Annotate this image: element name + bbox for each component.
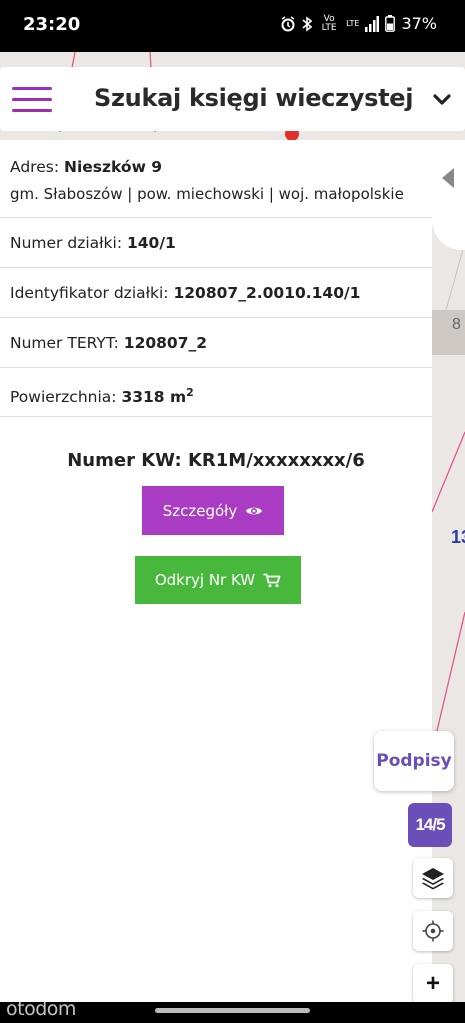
area-row: Powierzchnia: 3318 m2 bbox=[0, 368, 432, 417]
plot-id-label: Identyfikator działki: bbox=[10, 284, 169, 302]
battery-percent: 37% bbox=[401, 14, 437, 33]
chevron-down-icon[interactable] bbox=[433, 93, 451, 107]
panel-tab bbox=[432, 140, 465, 250]
bluetooth-icon bbox=[302, 15, 313, 32]
map-label-mid: 13 bbox=[451, 527, 465, 547]
kw-number: Numer KW: KR1M/xxxxxxxx/6 bbox=[0, 450, 432, 471]
area-label: Powierzchnia: bbox=[10, 388, 117, 407]
plot-number-label: Numer działki: bbox=[10, 234, 123, 252]
status-bar: 23:20 Vo LTE LTE 37% bbox=[0, 0, 465, 52]
plot-id-row: Identyfikator działki: 120807_2.0010.140… bbox=[0, 268, 432, 318]
teryt-row: Numer TERYT: 120807_2 bbox=[0, 318, 432, 368]
search-header: Szukaj księgi wieczystej bbox=[0, 67, 465, 131]
labels-toggle-button[interactable]: Podpisy bbox=[374, 731, 454, 791]
area-unit-exponent: 2 bbox=[186, 386, 194, 399]
status-time: 23:20 bbox=[23, 14, 81, 35]
menu-icon[interactable] bbox=[12, 87, 52, 113]
page-title: Szukaj księgi wieczystej bbox=[94, 84, 414, 112]
area-number: 3318 m bbox=[121, 388, 187, 407]
cart-icon bbox=[263, 573, 281, 587]
collapse-panel-icon[interactable] bbox=[442, 168, 454, 188]
signal-icon bbox=[365, 15, 380, 32]
plot-id-value: 120807_2.0010.140/1 bbox=[173, 284, 361, 302]
zoom-in-button[interactable]: + bbox=[413, 964, 453, 1004]
home-indicator[interactable] bbox=[155, 1008, 310, 1013]
kw-label: Numer KW: bbox=[67, 450, 182, 471]
reveal-kw-button-label: Odkryj Nr KW bbox=[154, 571, 256, 589]
details-button[interactable]: Szczegóły bbox=[142, 486, 284, 535]
layers-icon bbox=[422, 868, 444, 890]
status-icons: Vo LTE LTE 37% bbox=[280, 14, 437, 33]
teryt-label: Numer TERYT: bbox=[10, 334, 119, 352]
address-label: Adres: bbox=[10, 158, 60, 176]
locate-button[interactable] bbox=[413, 911, 453, 951]
area-value: 3318 m2 bbox=[121, 386, 194, 407]
crosshair-icon bbox=[422, 920, 444, 942]
plot-number-value: 140/1 bbox=[126, 234, 176, 252]
address-value: Nieszków 9 bbox=[63, 158, 163, 176]
watermark: otodom bbox=[6, 998, 76, 1020]
map-label-top: 8 bbox=[452, 316, 461, 333]
eye-icon bbox=[246, 507, 263, 514]
kw-value: KR1M/xxxxxxxx/6 bbox=[187, 450, 365, 471]
volte-text: Vo LTE bbox=[321, 13, 337, 33]
alarm-icon bbox=[281, 15, 295, 31]
address-line: Adres: Nieszków 9 bbox=[10, 158, 432, 176]
reveal-kw-button[interactable]: Odkryj Nr KW bbox=[135, 556, 301, 604]
battery-icon bbox=[385, 15, 396, 32]
address-subline: gm. Słaboszów | pow. miechowski | woj. m… bbox=[10, 185, 404, 203]
lte-text: LTE bbox=[346, 19, 360, 28]
scale-button[interactable]: 14/5 bbox=[408, 803, 452, 847]
layers-button[interactable] bbox=[413, 858, 453, 898]
plot-number-row: Numer działki: 140/1 bbox=[0, 218, 432, 268]
details-button-label: Szczegóły bbox=[162, 501, 238, 520]
address-row: Adres: Nieszków 9 gm. Słaboszów | pow. m… bbox=[0, 140, 432, 218]
teryt-value: 120807_2 bbox=[123, 334, 208, 352]
